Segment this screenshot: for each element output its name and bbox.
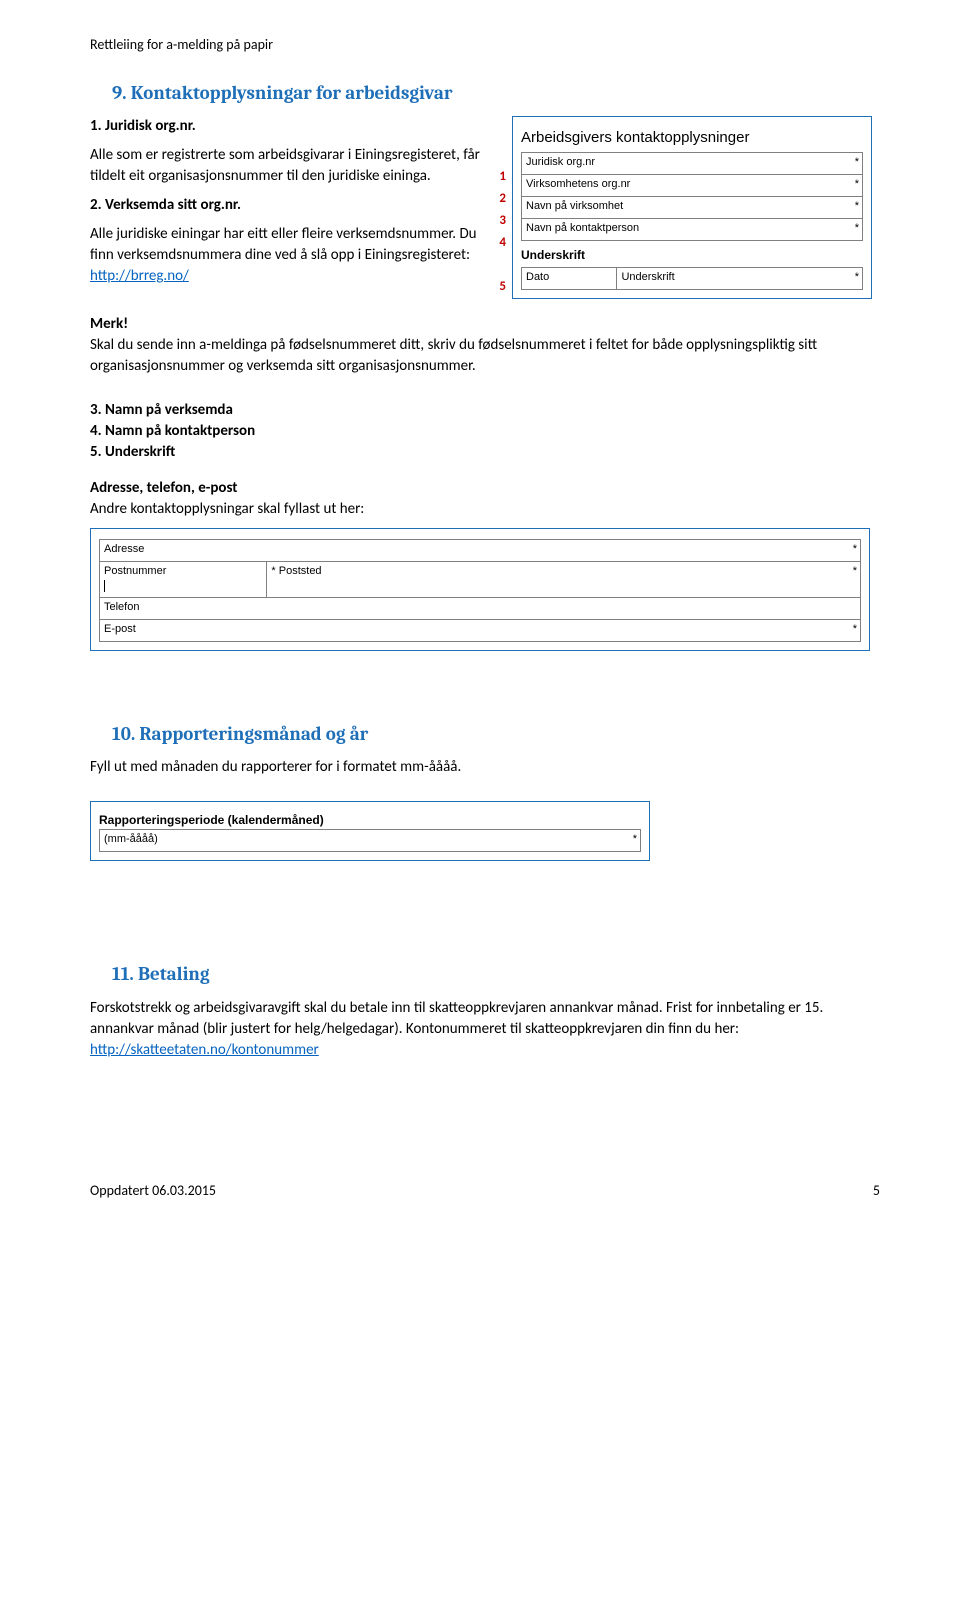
address-form-box: Adresse Postnummer * Poststed Telefon E-… (90, 528, 870, 651)
brreg-link[interactable]: http://brreg.no/ (90, 267, 189, 285)
footer-date: Oppdatert 06.03.2015 (90, 1181, 216, 1201)
section-11-text: Forskotstrekk og arbeidsgivaravgift skal… (90, 999, 823, 1038)
section-9-left: 1. Juridisk org.nr. Alle som er registre… (90, 116, 480, 299)
field-poststed[interactable]: * Poststed (267, 561, 861, 597)
subhead-2: 2. Verksemda sitt org.nr. (90, 195, 480, 216)
list-item-5: 5. Underskrift (90, 442, 880, 463)
address-heading: Adresse, telefon, e-post (90, 478, 880, 499)
section-10-para: Fyll ut med månaden du rapporterer for i… (90, 757, 880, 778)
section-9-columns: 1. Juridisk org.nr. Alle som er registre… (90, 116, 880, 299)
contact-form-title: Arbeidsgivers kontaktopplysninger (521, 127, 863, 148)
field-dato[interactable]: Dato (522, 267, 617, 289)
field-postnummer[interactable]: Postnummer (100, 561, 267, 597)
section-11-title: 11. Betaling (112, 961, 880, 988)
field-telefon[interactable]: Telefon (100, 597, 861, 619)
field-kontaktperson[interactable]: Navn på kontaktperson (522, 219, 863, 241)
field-underskrift[interactable]: Underskrift (617, 267, 863, 289)
period-form-table: (mm-åååå) (99, 829, 641, 852)
field-poststed-label: Poststed (279, 565, 322, 577)
page-number: 5 (873, 1181, 880, 1201)
contact-form-table: Juridisk org.nr Virksomhetens org.nr Nav… (521, 152, 863, 241)
list-item-3: 3. Namn på verksemda (90, 400, 880, 421)
num-2: 2 (490, 188, 506, 210)
merk-para: Skal du sende inn a-meldinga på fødselsn… (90, 335, 880, 377)
section-9-right: 1 2 3 4 5 Arbeidsgivers kontaktopplysnin… (490, 116, 872, 299)
merk-label: Merk! (90, 314, 880, 335)
section-11-para: Forskotstrekk og arbeidsgivaravgift skal… (90, 998, 880, 1061)
field-virksomhet-navn[interactable]: Navn på virksomhet (522, 197, 863, 219)
number-annotations: 1 2 3 4 5 (490, 116, 512, 299)
page-footer: Oppdatert 06.03.2015 5 (90, 1181, 880, 1201)
period-form-title: Rapporteringsperiode (kalendermåned) (99, 812, 641, 829)
text-cursor-icon (104, 580, 105, 592)
num-4: 4 (490, 232, 506, 254)
period-form-box: Rapporteringsperiode (kalendermåned) (mm… (90, 801, 650, 861)
subhead-1: 1. Juridisk org.nr. (90, 116, 480, 137)
signature-table: Dato Underskrift (521, 267, 863, 290)
address-form-table: Adresse Postnummer * Poststed Telefon E-… (99, 539, 861, 642)
skatteetaten-link[interactable]: http://skatteetaten.no/kontonummer (90, 1041, 319, 1059)
star-prefix: * (271, 565, 275, 577)
field-virksomhet-orgnr[interactable]: Virksomhetens org.nr (522, 175, 863, 197)
contact-form-box: Arbeidsgivers kontaktopplysninger Juridi… (512, 116, 872, 299)
section-9-title: 9. Kontaktopplysningar for arbeidsgivar (112, 80, 880, 107)
field-postnummer-label: Postnummer (104, 565, 166, 577)
para-2: Alle juridiske einingar har eitt eller f… (90, 224, 480, 287)
document-header: Rettleiing for a-melding på papir (90, 35, 880, 55)
section-10-title: 10. Rapporteringsmånad og år (112, 721, 880, 748)
field-juridisk-orgnr[interactable]: Juridisk org.nr (522, 153, 863, 175)
underskrift-label: Underskrift (521, 247, 863, 264)
para-1: Alle som er registrerte som arbeidsgivar… (90, 145, 480, 187)
field-adresse[interactable]: Adresse (100, 539, 861, 561)
address-para: Andre kontaktopplysningar skal fyllast u… (90, 499, 880, 520)
field-period[interactable]: (mm-åååå) (100, 830, 641, 852)
num-5: 5 (490, 276, 506, 298)
list-item-4: 4. Namn på kontaktperson (90, 421, 880, 442)
field-epost[interactable]: E-post (100, 619, 861, 641)
num-1: 1 (490, 166, 506, 188)
num-3: 3 (490, 210, 506, 232)
para-2-text: Alle juridiske einingar har eitt eller f… (90, 225, 477, 264)
